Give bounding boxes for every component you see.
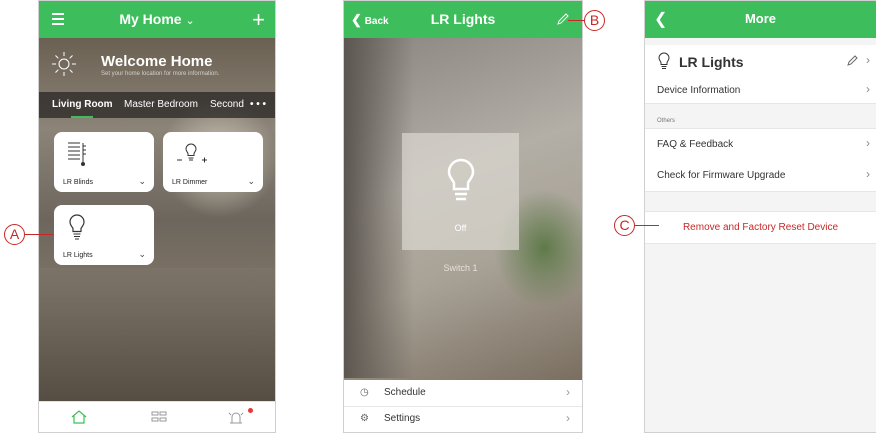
alarm-icon[interactable] [227,409,245,425]
remove-device-button[interactable]: Remove and Factory Reset Device [645,211,876,244]
chevron-right-icon: › [866,82,870,96]
sun-icon [52,52,76,76]
more-tabs-icon[interactable]: • • • [250,99,266,110]
device-name: LR Lights [679,54,744,70]
add-icon[interactable]: + [252,7,265,33]
tab-second[interactable]: Second [210,99,244,110]
home-screen: My Home ⌄ + Welcome Home Set your home l… [38,0,276,433]
welcome-banner[interactable]: Welcome Home Set your home location for … [39,38,275,88]
menu-item-faq[interactable]: FAQ & Feedback › [645,128,876,161]
light-bulb-icon [69,214,85,240]
more-screen: ❮ More LR Lights › Device Information › … [644,0,876,433]
tab-master-bedroom[interactable]: Master Bedroom [124,99,198,110]
chevron-down-icon[interactable]: ⌄ [247,176,255,187]
section-others-label: Others [657,118,676,124]
bottom-nav [39,401,275,432]
callout-a-line [25,234,53,235]
menu-item-device-information[interactable]: Device Information › [645,78,876,104]
chevron-right-icon: › [566,411,570,425]
device-detail-screen: ❮ Back LR Lights Off Switch 1 ◷ Schedule… [343,0,583,433]
device-card-lr-lights[interactable]: LR Lights ⌄ [54,205,154,265]
notification-dot [248,408,253,413]
device-label: LR Dimmer [172,179,208,186]
home-selector[interactable]: My Home ⌄ [39,11,275,27]
menu-item-settings[interactable]: ⚙ Settings › [344,406,582,432]
chevron-right-icon: › [566,385,570,399]
menu-item-firmware-upgrade[interactable]: Check for Firmware Upgrade › [645,159,876,192]
chevron-right-icon: › [866,53,870,67]
tab-living-room[interactable]: Living Room [52,99,113,110]
menu-item-schedule[interactable]: ◷ Schedule › [344,380,582,407]
light-bulb-icon [658,52,670,69]
welcome-subtitle: Set your home location for more informat… [101,71,220,77]
switch-state: Off [454,223,467,233]
dimmer-bulb-icon [177,143,207,163]
switch-name: Switch 1 [443,263,478,273]
callout-b: B [584,10,605,31]
device-label: LR Blinds [63,179,93,186]
header-bar: ❮ Back LR Lights [344,1,582,38]
gear-icon: ⚙ [360,413,369,424]
active-tab-indicator [71,116,93,118]
callout-c: C [614,215,635,236]
device-menu: ◷ Schedule › ⚙ Settings › [344,380,582,432]
room-tabs: Living Room Master Bedroom Second • • • [39,92,275,118]
callout-a: A [4,224,25,245]
chevron-down-icon[interactable]: ⌄ [138,249,146,260]
clock-icon: ◷ [360,387,369,398]
home-icon[interactable] [70,409,88,425]
header-bar: ❮ More [645,1,876,38]
device-card-lr-dimmer[interactable]: LR Dimmer ⌄ [163,132,263,192]
device-label: LR Lights [63,252,93,259]
header-bar: My Home ⌄ + [39,1,275,38]
callout-b-line [568,20,584,21]
grid-icon[interactable] [150,409,168,425]
edit-pencil-icon[interactable] [556,12,570,26]
welcome-title: Welcome Home [101,53,213,70]
callout-c-line [635,225,659,226]
blinds-icon [68,142,86,166]
chevron-right-icon: › [866,136,870,150]
page-title: More [744,11,777,26]
edit-pencil-icon[interactable] [847,55,858,66]
chevron-down-icon[interactable]: ⌄ [138,176,146,187]
chevron-right-icon: › [866,167,870,181]
device-name-row[interactable]: LR Lights › [645,45,876,79]
light-bulb-icon [447,158,475,201]
chevron-down-icon: ⌄ [185,15,195,27]
page-title: LR Lights [430,11,496,27]
device-card-lr-blinds[interactable]: LR Blinds ⌄ [54,132,154,192]
switch-toggle[interactable]: Off [402,133,519,250]
